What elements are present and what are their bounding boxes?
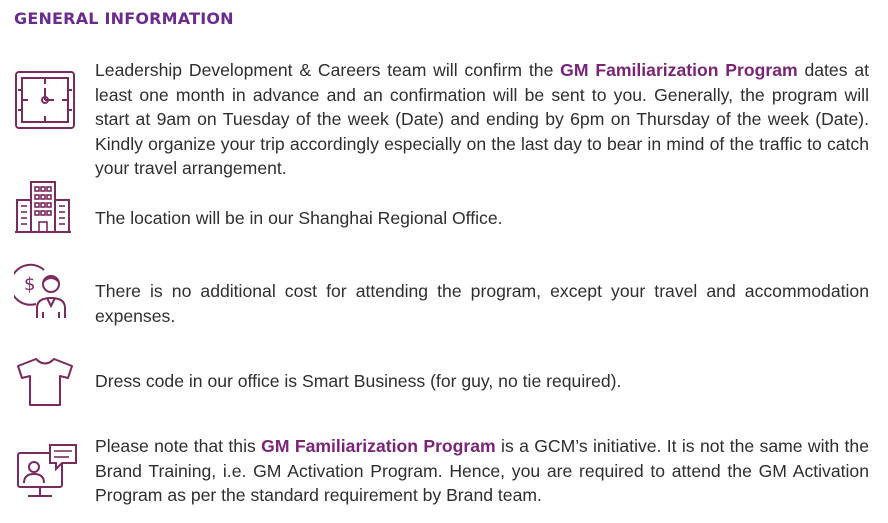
note-text-start: Please note that this	[95, 436, 262, 456]
svg-text:$: $	[24, 274, 35, 295]
schedule-text-start: Leadership Development & Careers team wi…	[95, 60, 561, 80]
tshirt-icon	[14, 356, 76, 408]
program-name-highlight: GM Familiarization Program	[560, 60, 798, 80]
video-training-icon	[14, 443, 78, 501]
info-text-cost: There is no additional cost for attendin…	[95, 281, 869, 326]
info-text-note: Please note that this GM Familiarization…	[95, 434, 869, 508]
person-cost-icon: $	[14, 262, 74, 320]
info-text-dress-code: Dress code in our office is Smart Busine…	[95, 371, 622, 391]
program-name-highlight-2: GM Familiarization Program	[261, 436, 496, 456]
section-heading: GENERAL INFORMATION	[14, 9, 234, 28]
info-text-schedule: Leadership Development & Careers team wi…	[95, 58, 869, 181]
clock-calendar-icon	[14, 70, 76, 130]
info-text-location: The location will be in our Shanghai Reg…	[95, 208, 503, 228]
office-building-icon	[14, 180, 72, 234]
